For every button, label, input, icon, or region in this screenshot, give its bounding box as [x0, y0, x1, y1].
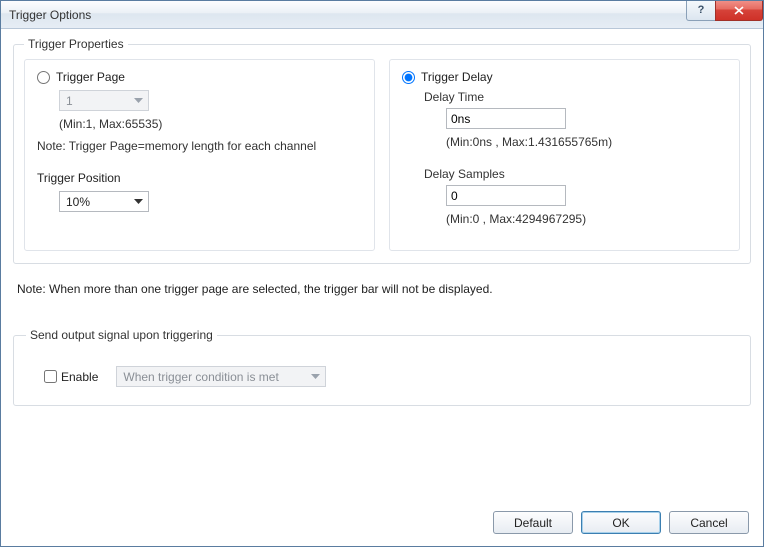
- delay-time-label: Delay Time: [424, 90, 727, 104]
- cancel-button[interactable]: Cancel: [669, 511, 749, 534]
- trigger-page-radio-row[interactable]: Trigger Page: [37, 70, 362, 84]
- properties-columns: Trigger Page 1 (Min:1, Max:65535) Note: …: [24, 59, 740, 251]
- trigger-page-label: Trigger Page: [56, 70, 125, 84]
- default-button[interactable]: Default: [493, 511, 573, 534]
- delay-time-block: Delay Time (Min:0ns , Max:1.431655765m): [402, 90, 727, 149]
- trigger-page-note: Note: Trigger Page=memory length for eac…: [37, 139, 362, 153]
- delay-samples-label: Delay Samples: [424, 167, 727, 181]
- trigger-delay-radio[interactable]: [402, 71, 415, 84]
- trigger-delay-radio-row[interactable]: Trigger Delay: [402, 70, 727, 84]
- close-button[interactable]: [715, 1, 763, 21]
- signal-condition-combo[interactable]: When trigger condition is met: [116, 366, 326, 387]
- trigger-position-combo[interactable]: 10%: [59, 191, 149, 212]
- multi-page-note: Note: When more than one trigger page ar…: [17, 282, 747, 296]
- delay-samples-input[interactable]: [446, 185, 566, 206]
- help-icon: ?: [698, 4, 705, 16]
- signal-condition-value: When trigger condition is met: [123, 370, 278, 384]
- trigger-position-value: 10%: [66, 195, 90, 209]
- close-icon: [734, 6, 744, 15]
- trigger-page-radio[interactable]: [37, 71, 50, 84]
- trigger-position-label: Trigger Position: [37, 171, 362, 185]
- output-signal-legend: Send output signal upon triggering: [26, 328, 217, 342]
- dialog-buttons: Default OK Cancel: [493, 511, 749, 534]
- enable-checkbox[interactable]: [44, 370, 57, 383]
- chevron-down-icon: [308, 368, 323, 385]
- trigger-page-combo[interactable]: 1: [59, 90, 149, 111]
- dialog-window: Trigger Options ? Trigger Properties Tri…: [0, 0, 764, 547]
- titlebar: Trigger Options ?: [1, 1, 763, 29]
- trigger-page-panel: Trigger Page 1 (Min:1, Max:65535) Note: …: [24, 59, 375, 251]
- titlebar-buttons: ?: [687, 1, 763, 21]
- trigger-delay-label: Trigger Delay: [421, 70, 493, 84]
- delay-time-hint: (Min:0ns , Max:1.431655765m): [424, 135, 727, 149]
- delay-time-input[interactable]: [446, 108, 566, 129]
- ok-button[interactable]: OK: [581, 511, 661, 534]
- client-area: Trigger Properties Trigger Page 1: [1, 29, 763, 546]
- output-signal-row: Enable When trigger condition is met: [26, 366, 738, 387]
- help-button[interactable]: ?: [686, 1, 716, 21]
- output-signal-group: Send output signal upon triggering Enabl…: [13, 328, 751, 406]
- enable-label: Enable: [61, 370, 98, 384]
- trigger-page-value: 1: [66, 94, 73, 108]
- enable-checkbox-row[interactable]: Enable: [44, 370, 98, 384]
- trigger-position-sub: 10%: [37, 191, 362, 212]
- window-title: Trigger Options: [9, 8, 687, 22]
- trigger-properties-legend: Trigger Properties: [24, 37, 128, 51]
- chevron-down-icon: [131, 92, 146, 109]
- trigger-delay-panel: Trigger Delay Delay Time (Min:0ns , Max:…: [389, 59, 740, 251]
- delay-samples-block: Delay Samples (Min:0 , Max:4294967295): [402, 167, 727, 226]
- trigger-properties-group: Trigger Properties Trigger Page 1: [13, 37, 751, 264]
- chevron-down-icon: [131, 193, 146, 210]
- delay-samples-hint: (Min:0 , Max:4294967295): [424, 212, 727, 226]
- trigger-page-hint: (Min:1, Max:65535): [37, 117, 362, 131]
- trigger-page-sub: 1: [37, 90, 362, 111]
